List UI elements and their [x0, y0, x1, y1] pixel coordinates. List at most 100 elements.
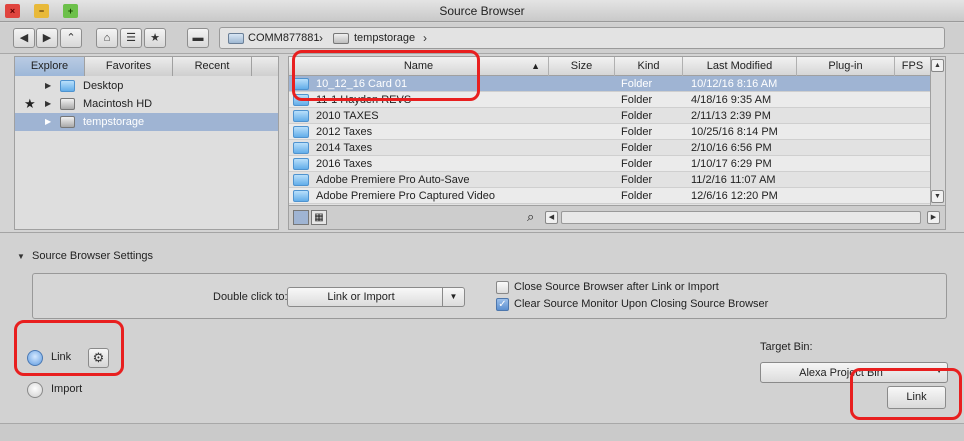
file-row[interactable]: 2012 Taxes Folder 10/25/16 8:14 PM [289, 124, 945, 140]
file-modified: 4/18/16 9:35 AM [691, 94, 772, 106]
folder-icon [293, 158, 309, 170]
file-kind: Folder [621, 126, 653, 138]
target-bin-label: Target Bin: [760, 341, 813, 353]
double-click-value: Link or Import [327, 291, 395, 303]
up-button[interactable]: ⌃ [60, 28, 82, 48]
status-bar [0, 423, 964, 441]
file-modified: 2/10/16 6:56 PM [691, 142, 772, 154]
list-icon: ☰ [126, 32, 136, 44]
tab-favorites[interactable]: Favorites [85, 57, 173, 76]
list-view-icon[interactable] [293, 210, 309, 225]
file-row[interactable]: 2014 Taxes Folder 2/10/16 6:56 PM [289, 140, 945, 156]
disclosure-triangle-down-icon[interactable]: ▼ [17, 252, 25, 261]
column-header-plug-in[interactable]: Plug-in [797, 57, 895, 76]
breadcrumb-chevron-icon: › [319, 31, 323, 45]
file-modified: 2/11/13 2:39 PM [691, 110, 771, 122]
scroll-left-icon[interactable]: ◀ [545, 211, 558, 224]
file-kind: Folder [621, 190, 653, 202]
caret-up-icon: ⌃ [66, 32, 76, 44]
arrow-left-icon: ◀ [19, 32, 29, 44]
location-tabs: Explore Favorites Recent [15, 57, 278, 76]
close-browser-checkbox[interactable] [496, 281, 509, 294]
disclosure-triangle-icon[interactable]: ▶ [45, 95, 51, 113]
import-radio[interactable] [27, 382, 43, 398]
navigation-bar: ◀ ▶ ⌃ ⌂ ☰ ★ ▬ COMM877881 › tempstorage › [0, 23, 964, 54]
breadcrumb-item-tempstorage[interactable]: tempstorage [354, 32, 415, 44]
file-kind: Folder [621, 78, 653, 90]
tree-item-desktop[interactable]: ▶ Desktop [15, 77, 278, 95]
file-name: 2010 TAXES [316, 110, 379, 122]
folder-icon [60, 80, 75, 92]
scroll-up-icon[interactable]: ▲ [931, 59, 944, 72]
highlight-link-button [850, 368, 962, 420]
tree-item-label: Macintosh HD [83, 98, 153, 110]
file-kind: Folder [621, 174, 653, 186]
file-row[interactable]: 2010 TAXES Folder 2/11/13 2:39 PM [289, 108, 945, 124]
double-click-label: Double click to: [213, 291, 288, 303]
column-header-fps[interactable]: FPS [895, 57, 931, 76]
file-row[interactable]: 2016 Taxes Folder 1/10/17 6:29 PM [289, 156, 945, 172]
home-button[interactable]: ⌂ [96, 28, 118, 48]
file-modified: 11/2/16 11:07 AM [691, 174, 776, 186]
horizontal-scrollbar[interactable] [561, 211, 921, 224]
breadcrumb-item-computer[interactable]: COMM877881 [248, 32, 320, 44]
folder-icon [293, 174, 309, 186]
favorite-button[interactable]: ★ [144, 28, 166, 48]
column-header-kind[interactable]: Kind [615, 57, 683, 76]
import-radio-label: Import [51, 383, 83, 395]
folder-icon [293, 142, 309, 154]
tree-item-tempstorage[interactable]: ▶ tempstorage [15, 113, 278, 131]
clear-monitor-checkbox[interactable]: ✓ [496, 298, 509, 311]
scroll-down-icon[interactable]: ▼ [931, 190, 944, 203]
file-kind: Folder [621, 94, 653, 106]
file-row[interactable]: Adobe Premiere Pro Auto-Save Folder 11/2… [289, 172, 945, 188]
window-title: Source Browser [439, 4, 525, 18]
home-icon: ⌂ [103, 32, 111, 44]
computer-icon [228, 33, 244, 44]
list-view-button[interactable]: ☰ [120, 28, 142, 48]
file-kind: Folder [621, 142, 653, 154]
file-modified: 10/25/16 8:14 PM [691, 126, 778, 138]
disclosure-triangle-icon[interactable]: ▶ [45, 113, 51, 131]
folder-icon [293, 126, 309, 138]
drive-button[interactable]: ▬ [187, 28, 209, 48]
file-name: 2014 Taxes [316, 142, 373, 154]
star-icon: ★ [150, 32, 160, 44]
location-pane: Explore Favorites Recent ▶ Desktop ★ ▶ M… [14, 56, 279, 230]
forward-button[interactable]: ▶ [36, 28, 58, 48]
title-bar: × − + Source Browser [0, 0, 964, 22]
tab-recent[interactable]: Recent [173, 57, 252, 76]
file-kind: Folder [621, 158, 653, 170]
folder-icon [293, 190, 309, 202]
tree-item-label: tempstorage [83, 116, 145, 128]
scroll-right-icon[interactable]: ▶ [927, 211, 940, 224]
close-browser-label: Close Source Browser after Link or Impor… [514, 281, 719, 293]
breadcrumb: COMM877881 › tempstorage › [219, 27, 945, 49]
hard-drive-icon [60, 116, 75, 128]
vertical-scrollbar[interactable]: ▲ ▼ [930, 57, 945, 205]
back-button[interactable]: ◀ [13, 28, 35, 48]
file-name: Adobe Premiere Pro Auto-Save [316, 174, 470, 186]
double-click-dropdown[interactable]: Link or Import ▼ [287, 287, 465, 307]
file-list-footer: ▦ ⌕ ◀ ▶ [289, 205, 945, 229]
file-name: Adobe Premiere Pro Captured Video [316, 190, 495, 202]
settings-title: Source Browser Settings [32, 250, 154, 262]
file-modified: 12/6/16 12:20 PM [691, 190, 778, 202]
tree-item-macintosh-hd[interactable]: ★ ▶ Macintosh HD [15, 95, 278, 113]
hard-drive-icon [60, 98, 75, 110]
tree-item-label: Desktop [83, 80, 124, 92]
arrow-right-icon: ▶ [42, 32, 52, 44]
file-row[interactable]: Adobe Premiere Pro Captured Video Folder… [289, 188, 945, 204]
file-modified: 10/12/16 8:16 AM [691, 78, 778, 90]
location-tree: ▶ Desktop ★ ▶ Macintosh HD ▶ tempstorage [15, 77, 278, 131]
highlight-name-column [292, 50, 480, 101]
clear-monitor-label: Clear Source Monitor Upon Closing Source… [514, 298, 769, 310]
breadcrumb-chevron-icon: › [423, 31, 427, 45]
column-header-size[interactable]: Size [549, 57, 615, 76]
search-icon[interactable]: ⌕ [527, 209, 534, 225]
column-header-last-modified[interactable]: Last Modified [683, 57, 797, 76]
thumbnail-view-icon[interactable]: ▦ [311, 210, 327, 225]
folder-icon [293, 110, 309, 122]
tab-explore[interactable]: Explore [15, 57, 85, 76]
disclosure-triangle-icon[interactable]: ▶ [45, 77, 51, 95]
